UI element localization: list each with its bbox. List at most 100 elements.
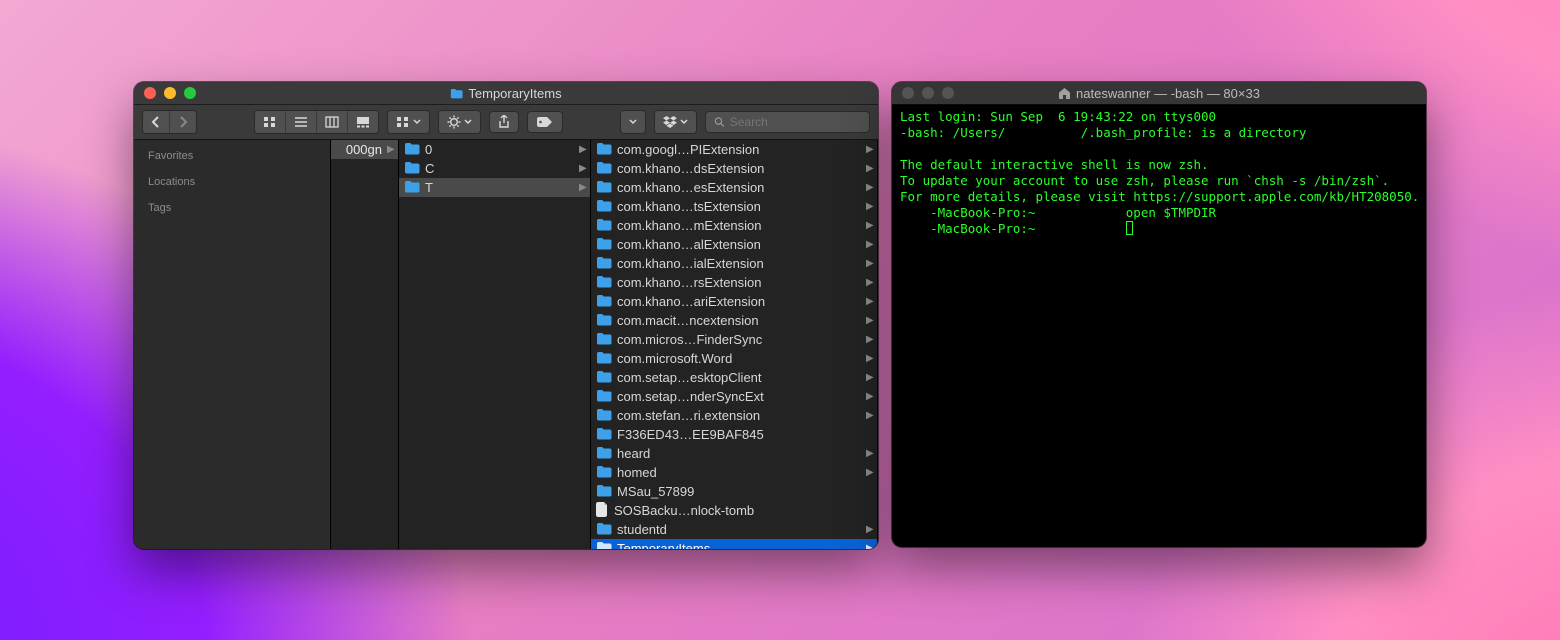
list-item: 000gn ▶ — [331, 140, 398, 159]
list-item[interactable]: com.khano…alExtension ▶ — [591, 235, 877, 254]
list-item[interactable]: com.googl…PIExtension▶ — [591, 140, 877, 159]
item-label: com.khano…alExtension — [617, 237, 861, 252]
view-list-button[interactable] — [286, 111, 317, 133]
search-icon — [714, 116, 725, 128]
sidebar-header-locations[interactable]: Locations — [148, 176, 316, 188]
list-item[interactable]: T▶ — [399, 178, 590, 197]
folder-icon — [450, 88, 463, 99]
finder-sidebar: Favorites Locations Tags — [134, 140, 331, 549]
chevron-right-icon: ▶ — [866, 182, 872, 193]
folder-icon — [596, 370, 612, 386]
cursor — [1126, 221, 1133, 235]
folder-icon — [596, 199, 612, 215]
minimize-icon[interactable] — [922, 87, 934, 99]
list-item[interactable]: com.macit…ncextension▶ — [591, 311, 877, 330]
folder-icon — [596, 237, 612, 253]
chevron-right-icon: ▶ — [866, 334, 872, 345]
back-button[interactable] — [143, 111, 170, 133]
item-label: F336ED43…EE9BAF845 — [617, 427, 861, 442]
tags-button[interactable] — [527, 111, 563, 133]
view-icon-button[interactable] — [255, 111, 286, 133]
sidebar-header-tags[interactable]: Tags — [148, 202, 316, 214]
file-icon — [596, 502, 609, 520]
folder-icon — [596, 484, 612, 500]
list-item[interactable]: com.micros…FinderSync▶ — [591, 330, 877, 349]
maximize-icon[interactable] — [942, 87, 954, 99]
chevron-right-icon: ▶ — [866, 410, 872, 421]
chevron-right-icon: ▶ — [866, 239, 872, 250]
list-item[interactable]: com.khano…mExtension ▶ — [591, 216, 877, 235]
column-0[interactable]: 000gn ▶ — [331, 140, 399, 549]
item-label: homed — [617, 465, 861, 480]
folder-icon — [596, 351, 612, 367]
terminal-titlebar[interactable]: nateswanner — -bash — 80×33 — [892, 82, 1426, 105]
path-button[interactable] — [621, 111, 645, 133]
chevron-right-icon: ▶ — [866, 296, 872, 307]
item-label: com.microsoft.Word — [617, 351, 861, 366]
folder-icon — [596, 142, 612, 158]
close-icon[interactable] — [144, 87, 156, 99]
list-item[interactable]: com.microsoft.Word▶ — [591, 349, 877, 368]
share-button[interactable] — [489, 111, 519, 133]
arrange-button[interactable] — [388, 111, 429, 133]
folder-icon — [596, 465, 612, 481]
list-item[interactable]: MSau_57899 — [591, 482, 877, 501]
item-label: com.stefan…ri.extension — [617, 408, 861, 423]
view-column-button[interactable] — [317, 111, 348, 133]
chevron-right-icon: ▶ — [866, 315, 872, 326]
list-item[interactable]: com.khano…rsExtension▶ — [591, 273, 877, 292]
list-item[interactable]: com.khano…esExtension▶ — [591, 178, 877, 197]
list-item[interactable]: homed ▶ — [591, 463, 877, 482]
finder-window: TemporaryItems Favorites Locations — [134, 82, 878, 549]
folder-icon — [596, 541, 612, 550]
maximize-icon[interactable] — [184, 87, 196, 99]
folder-icon — [596, 161, 612, 177]
list-item[interactable]: heard▶ — [591, 444, 877, 463]
list-item[interactable]: C▶ — [399, 159, 590, 178]
list-item[interactable]: TemporaryItems▶ — [591, 539, 877, 549]
chevron-right-icon: ▶ — [579, 182, 585, 193]
folder-icon — [596, 446, 612, 462]
minimize-icon[interactable] — [164, 87, 176, 99]
dropbox-button[interactable] — [655, 111, 696, 133]
search-input[interactable] — [705, 111, 870, 133]
window-title: TemporaryItems — [468, 86, 561, 101]
chevron-right-icon: ▶ — [866, 220, 872, 231]
list-item[interactable]: com.setap…esktopClient▶ — [591, 368, 877, 387]
folder-icon — [404, 161, 420, 177]
column-1[interactable]: 0▶C▶T▶ — [399, 140, 591, 549]
list-item[interactable]: SOSBacku…nlock-tomb — [591, 501, 877, 520]
list-item[interactable]: com.setap…nderSyncExt▶ — [591, 387, 877, 406]
chevron-right-icon: ▶ — [866, 448, 872, 459]
chevron-right-icon: ▶ — [579, 144, 585, 155]
item-label: com.khano…ialExtension — [617, 256, 861, 271]
folder-icon — [404, 142, 420, 158]
list-item[interactable]: 0▶ — [399, 140, 590, 159]
column-2[interactable]: com.googl…PIExtension▶com.khano…dsExtens… — [591, 140, 878, 549]
list-item[interactable]: com.khano…ialExtension▶ — [591, 254, 877, 273]
finder-titlebar[interactable]: TemporaryItems — [134, 82, 878, 105]
sidebar-header-favorites[interactable]: Favorites — [148, 150, 316, 162]
terminal-output[interactable]: Last login: Sun Sep 6 19:43:22 on ttys00… — [892, 105, 1426, 547]
list-item[interactable]: com.khano…dsExtension▶ — [591, 159, 877, 178]
folder-name-partial: 000gn — [346, 142, 382, 157]
item-label: MSau_57899 — [617, 484, 861, 499]
chevron-right-icon: ▶ — [866, 467, 872, 478]
list-item[interactable]: com.stefan…ri.extension ▶ — [591, 406, 877, 425]
item-label: com.khano…tsExtension — [617, 199, 861, 214]
item-label: com.khano…mExtension — [617, 218, 861, 233]
close-icon[interactable] — [902, 87, 914, 99]
chevron-right-icon: ▶ — [866, 524, 872, 535]
chevron-right-icon: ▶ — [866, 163, 872, 174]
chevron-right-icon: ▶ — [866, 201, 872, 212]
list-item[interactable]: studentd▶ — [591, 520, 877, 539]
list-item[interactable]: F336ED43…EE9BAF845 — [591, 425, 877, 444]
item-label: com.setap…esktopClient — [617, 370, 861, 385]
list-item[interactable]: com.khano…tsExtension ▶ — [591, 197, 877, 216]
view-gallery-button[interactable] — [348, 111, 378, 133]
item-label: C — [425, 161, 574, 176]
item-label: com.setap…nderSyncExt — [617, 389, 861, 404]
forward-button[interactable] — [170, 111, 196, 133]
action-button[interactable] — [439, 111, 480, 133]
list-item[interactable]: com.khano…ariExtension▶ — [591, 292, 877, 311]
